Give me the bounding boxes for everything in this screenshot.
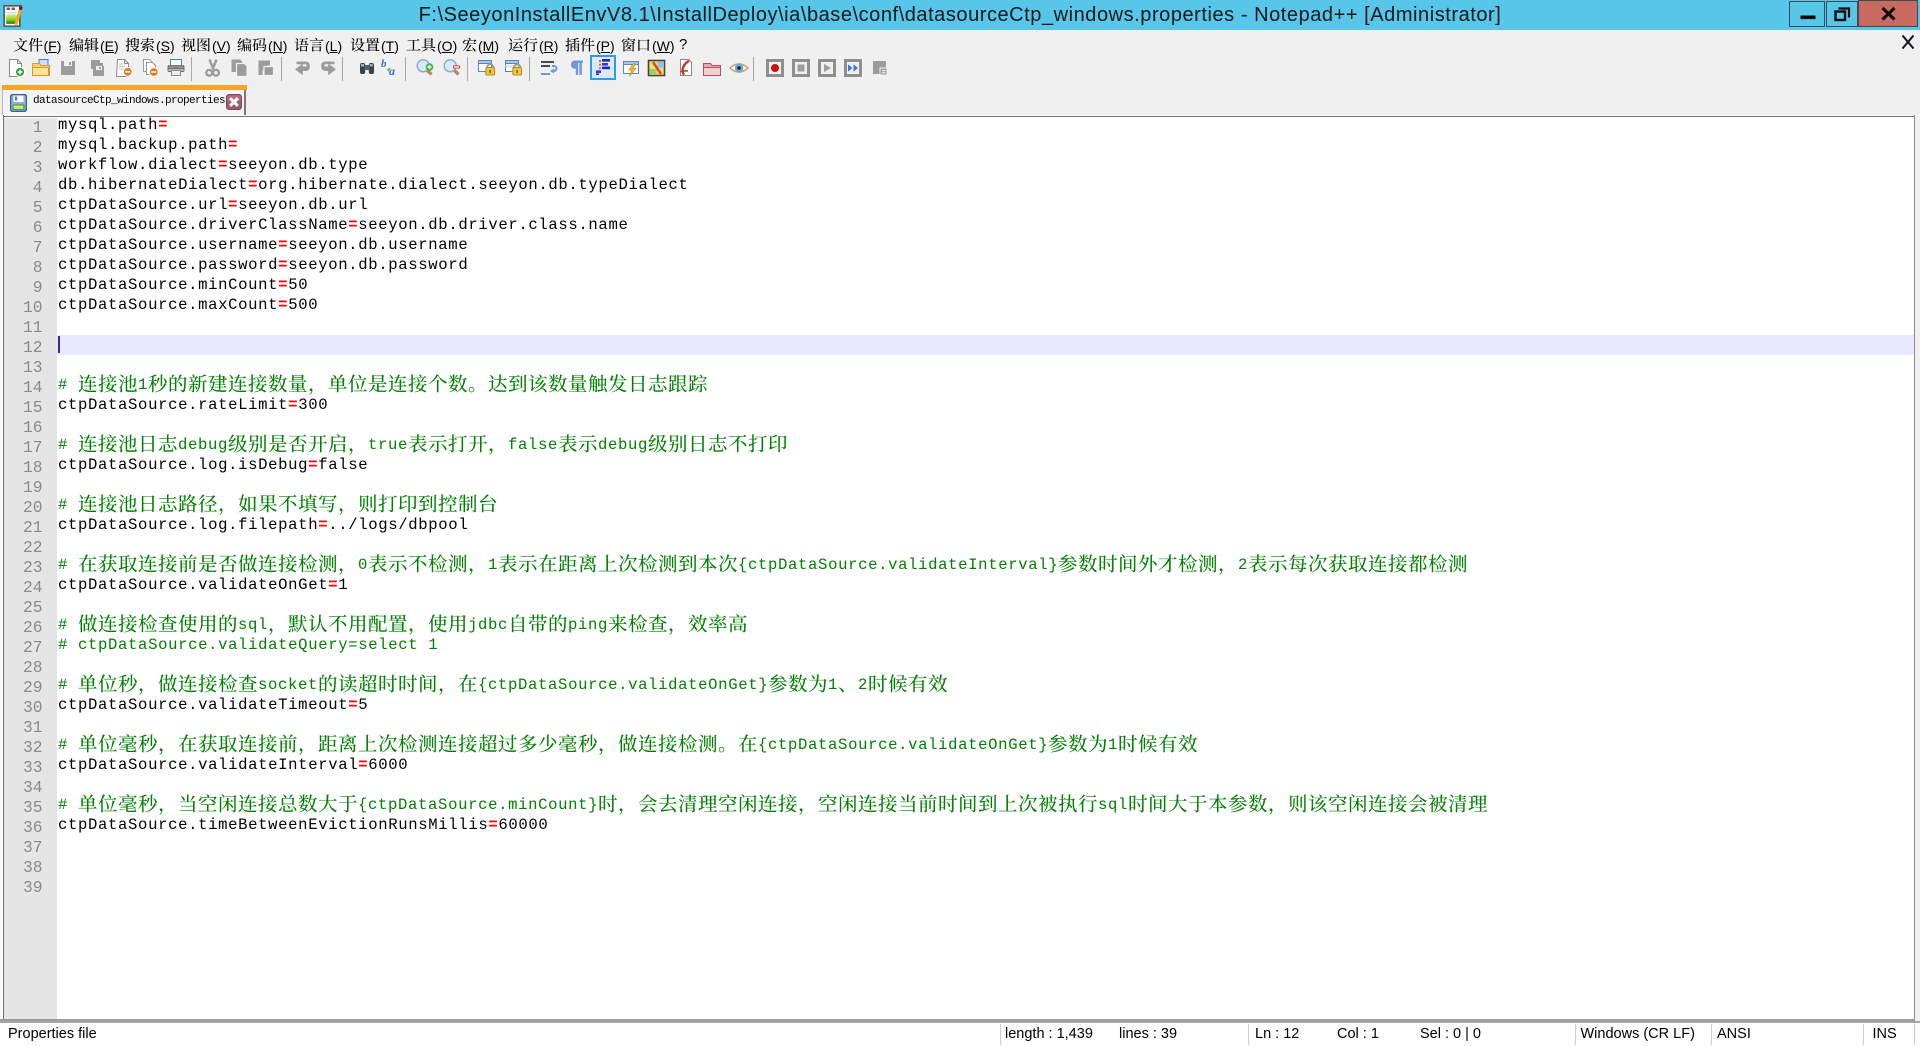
- svg-text:a: a: [389, 64, 395, 78]
- svg-text:b: b: [381, 58, 387, 70]
